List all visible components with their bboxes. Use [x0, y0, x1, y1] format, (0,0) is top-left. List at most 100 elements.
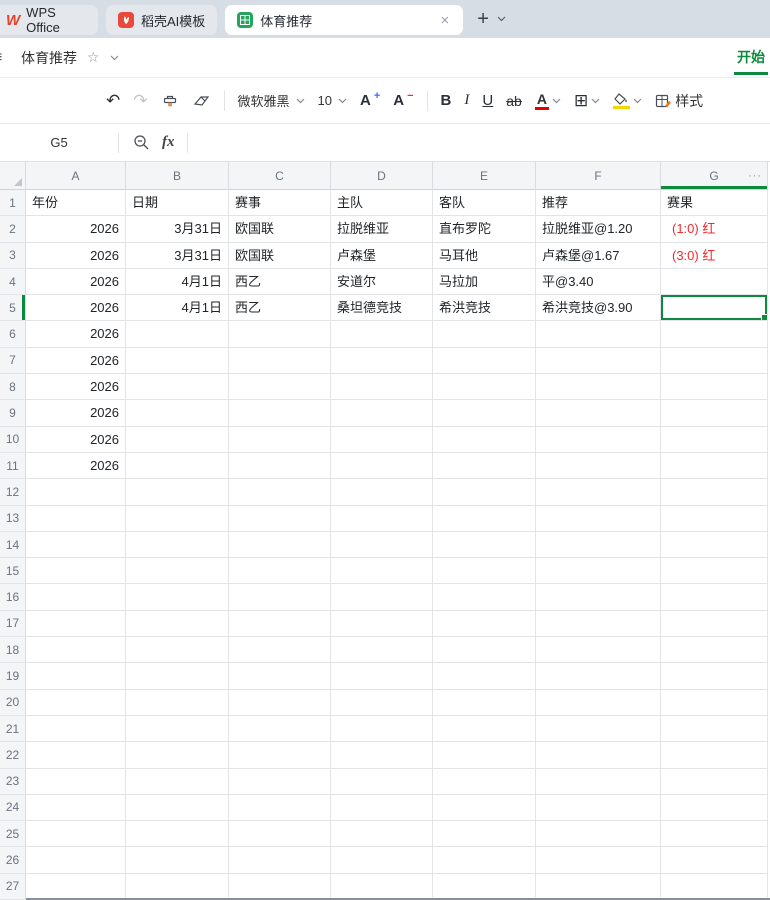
bold-button[interactable]: B	[441, 92, 452, 109]
font-name-select[interactable]: 微软雅黑	[238, 91, 305, 110]
strikethrough-button[interactable]: ab	[506, 93, 522, 109]
cell-B16[interactable]	[126, 584, 229, 611]
cell-E22[interactable]	[433, 742, 536, 769]
cell-A18[interactable]	[26, 637, 126, 664]
cell-A14[interactable]	[26, 531, 126, 559]
cell-G1[interactable]: 赛果	[661, 190, 768, 217]
row-header-3[interactable]: 3	[0, 242, 26, 269]
row-header-16[interactable]: 16	[0, 584, 26, 611]
cell-B23[interactable]	[126, 768, 229, 795]
cell-B7[interactable]	[126, 347, 229, 375]
cell-A4[interactable]: 2026	[26, 268, 126, 296]
cell-B17[interactable]	[126, 610, 229, 638]
star-favorite-icon[interactable]: ☆	[87, 49, 100, 66]
cell-B20[interactable]	[126, 689, 229, 716]
cell-C14[interactable]	[229, 531, 331, 559]
cell-D15[interactable]	[331, 558, 433, 585]
underline-button[interactable]: U	[482, 92, 493, 109]
cell-E10[interactable]	[433, 426, 536, 453]
cell-F27[interactable]	[536, 873, 661, 900]
cell-E11[interactable]	[433, 452, 536, 480]
cell-A13[interactable]	[26, 505, 126, 532]
cell-B25[interactable]	[126, 821, 229, 848]
cell-B10[interactable]	[126, 426, 229, 453]
cell-E9[interactable]	[433, 400, 536, 427]
cell-name-box[interactable]: G5	[0, 135, 118, 150]
row-header-14[interactable]: 14	[0, 531, 26, 559]
new-tab-dropdown-icon[interactable]	[497, 16, 506, 22]
row-header-4[interactable]: 4	[0, 268, 26, 296]
cell-C26[interactable]	[229, 847, 331, 874]
column-header-D[interactable]: D	[331, 162, 433, 190]
cell-E4[interactable]: 马拉加	[433, 268, 536, 296]
cell-D7[interactable]	[331, 347, 433, 375]
cell-E5[interactable]: 希洪竞技	[433, 295, 536, 322]
cell-B18[interactable]	[126, 637, 229, 664]
decrease-font-button[interactable]: A −	[393, 90, 413, 110]
cell-E8[interactable]	[433, 374, 536, 401]
cell-G27[interactable]	[661, 873, 768, 900]
font-color-button[interactable]: A	[534, 91, 561, 111]
cell-E3[interactable]: 马耳他	[433, 242, 536, 269]
cell-D22[interactable]	[331, 742, 433, 769]
insert-function-button[interactable]: fx	[162, 134, 175, 151]
cell-F19[interactable]	[536, 663, 661, 690]
cell-E17[interactable]	[433, 610, 536, 638]
cell-C5[interactable]: 西乙	[229, 295, 331, 322]
cell-G9[interactable]	[661, 400, 768, 427]
formula-input[interactable]	[188, 124, 770, 161]
column-header-F[interactable]: F	[536, 162, 661, 190]
row-header-22[interactable]: 22	[0, 742, 26, 769]
cell-D12[interactable]	[331, 479, 433, 506]
cell-C1[interactable]: 赛事	[229, 190, 331, 217]
menu-tab-start[interactable]: 开始	[734, 47, 768, 75]
undo-button[interactable]: ↶	[106, 91, 120, 111]
row-header-10[interactable]: 10	[0, 426, 26, 453]
cell-G22[interactable]	[661, 742, 768, 769]
cell-F4[interactable]: 平@3.40	[536, 268, 661, 296]
cell-F14[interactable]	[536, 531, 661, 559]
more-columns-button[interactable]: ···	[748, 170, 762, 182]
main-menu-icon[interactable]: ≡	[0, 49, 11, 67]
cell-A26[interactable]	[26, 847, 126, 874]
row-header-5[interactable]: 5	[0, 295, 26, 322]
cell-D23[interactable]	[331, 768, 433, 795]
cell-E16[interactable]	[433, 584, 536, 611]
cell-G12[interactable]	[661, 479, 768, 506]
cell-E21[interactable]	[433, 715, 536, 743]
cell-D10[interactable]	[331, 426, 433, 453]
row-header-19[interactable]: 19	[0, 663, 26, 690]
cell-B19[interactable]	[126, 663, 229, 690]
cell-B4[interactable]: 4月1日	[126, 268, 229, 296]
cell-D27[interactable]	[331, 873, 433, 900]
cell-G5[interactable]	[661, 295, 768, 322]
file-menu-chevron-icon[interactable]	[110, 55, 119, 61]
cell-B22[interactable]	[126, 742, 229, 769]
cell-C10[interactable]	[229, 426, 331, 453]
cell-G13[interactable]	[661, 505, 768, 532]
cell-F7[interactable]	[536, 347, 661, 375]
row-header-7[interactable]: 7	[0, 347, 26, 375]
cell-G16[interactable]	[661, 584, 768, 611]
column-header-B[interactable]: B	[126, 162, 229, 190]
cell-C3[interactable]: 欧国联	[229, 242, 331, 269]
cell-A20[interactable]	[26, 689, 126, 716]
styles-button[interactable]: 样式	[655, 91, 703, 111]
cell-D18[interactable]	[331, 637, 433, 664]
cell-C6[interactable]	[229, 321, 331, 348]
cell-C17[interactable]	[229, 610, 331, 638]
cell-E23[interactable]	[433, 768, 536, 795]
cell-B14[interactable]	[126, 531, 229, 559]
format-painter-button[interactable]	[161, 92, 179, 110]
cell-C12[interactable]	[229, 479, 331, 506]
cell-G6[interactable]	[661, 321, 768, 348]
cell-E6[interactable]	[433, 321, 536, 348]
cell-D19[interactable]	[331, 663, 433, 690]
redo-button[interactable]: ↷	[133, 91, 147, 111]
cell-D2[interactable]: 拉脱维亚	[331, 216, 433, 243]
cell-B9[interactable]	[126, 400, 229, 427]
cell-A8[interactable]: 2026	[26, 374, 126, 401]
cell-E26[interactable]	[433, 847, 536, 874]
tab-wps-office[interactable]: W WPS Office	[0, 5, 98, 35]
column-header-G[interactable]: G ···	[661, 162, 768, 190]
